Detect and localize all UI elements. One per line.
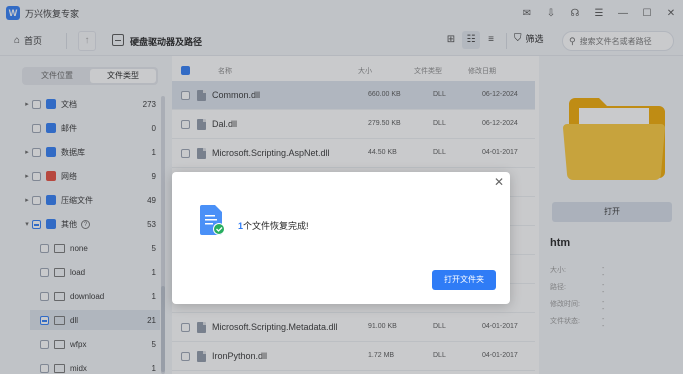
dialog-close-icon[interactable]: ✕ [494, 175, 504, 189]
recovery-complete-dialog: ✕ 1个文件恢复完成! 打开文件夹 [172, 172, 510, 304]
dialog-message: 1个文件恢复完成! [238, 221, 309, 231]
document-success-icon [200, 205, 224, 235]
open-folder-button[interactable]: 打开文件夹 [432, 270, 496, 290]
